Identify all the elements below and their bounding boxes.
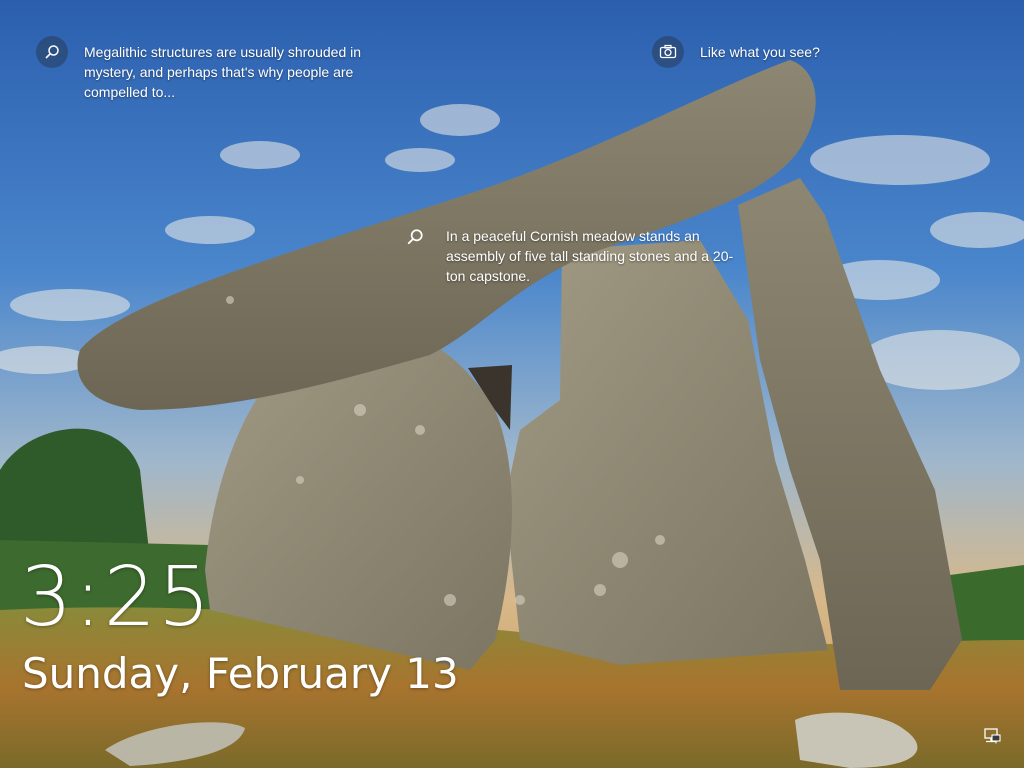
lock-screen[interactable]: Megalithic structures are usually shroud… [0,0,1024,768]
spotlight-hint-top-left[interactable]: Megalithic structures are usually shroud… [36,36,364,102]
like-what-you-see-label: Like what you see? [700,44,820,60]
search-icon[interactable] [404,226,426,248]
network-icon[interactable] [982,726,1002,746]
spotlight-hint-text: Megalithic structures are usually shroud… [84,44,362,100]
spotlight-description: In a peaceful Cornish meadow stands an a… [446,228,734,284]
search-icon[interactable] [36,36,68,68]
lock-clock: 3:25 [20,550,213,645]
camera-icon[interactable] [652,36,684,68]
lock-date: Sunday, February 13 [22,649,459,698]
like-what-you-see[interactable]: Like what you see? [652,36,820,68]
spotlight-hint-center[interactable]: In a peaceful Cornish meadow stands an a… [404,226,736,286]
